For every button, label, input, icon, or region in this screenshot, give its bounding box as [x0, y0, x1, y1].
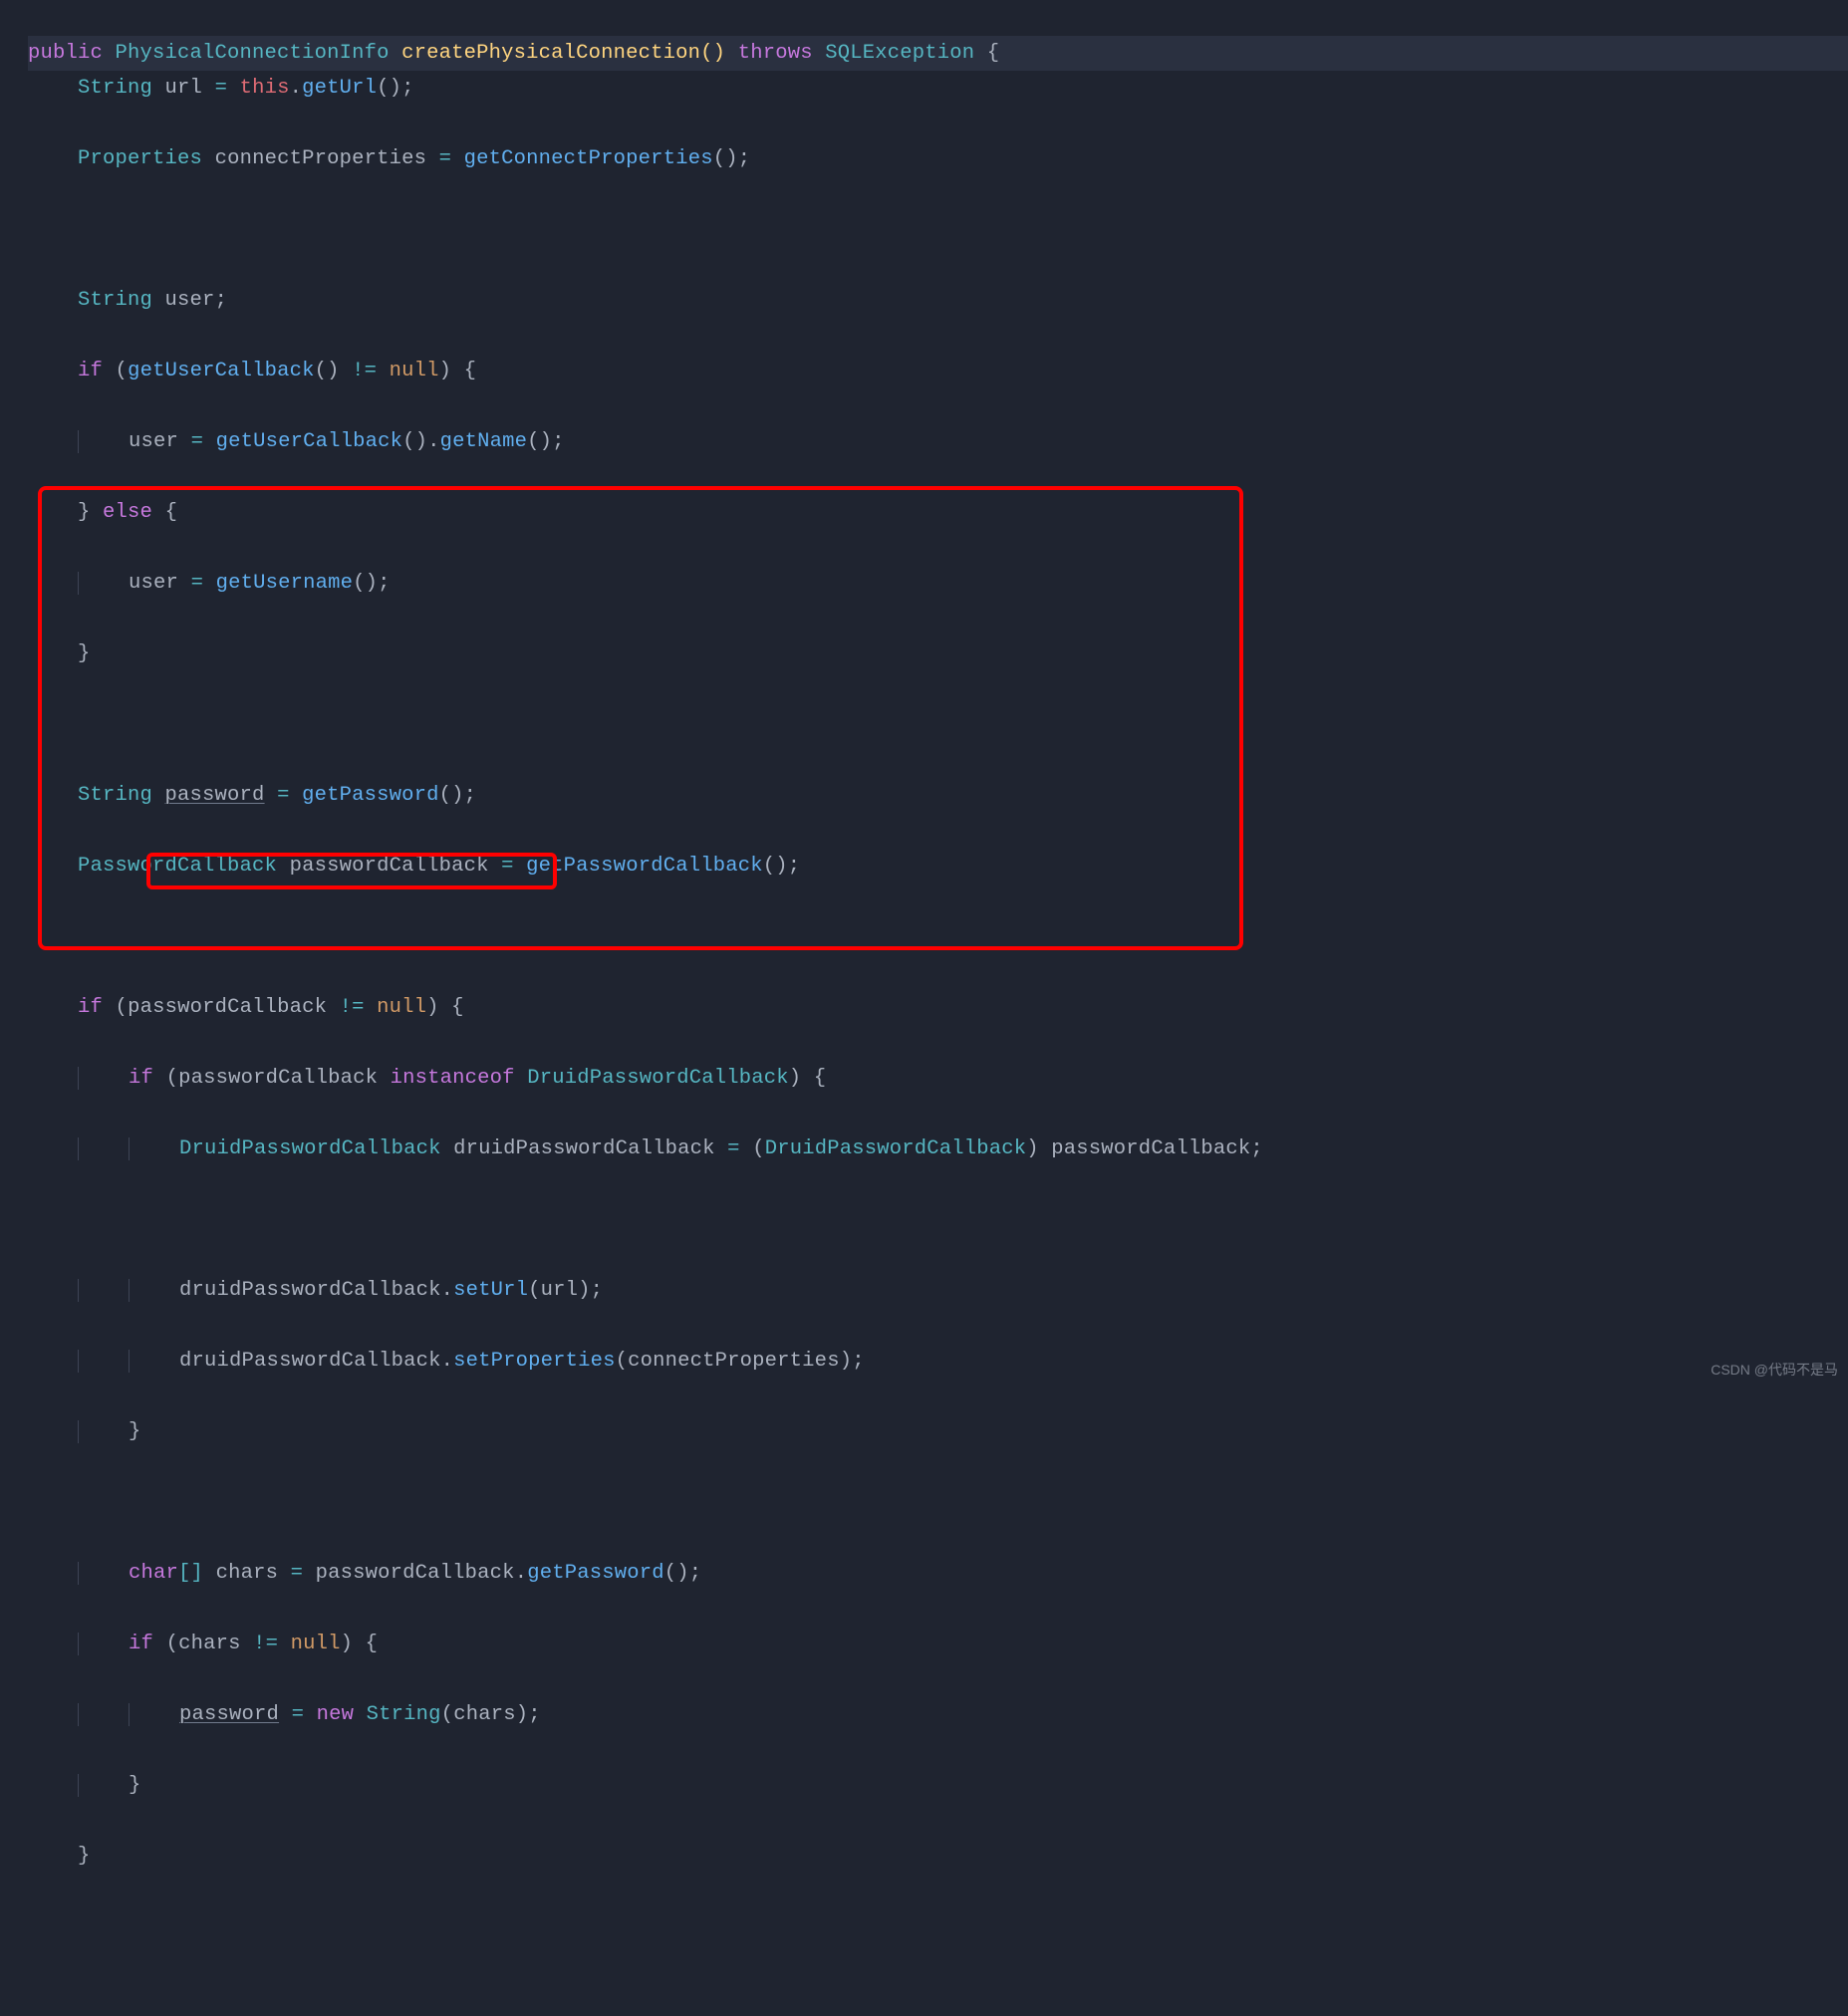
code-line: }	[28, 1768, 1848, 1804]
watermark: CSDN @代码不是马	[1711, 1353, 1838, 1388]
code-line-blank	[28, 212, 1848, 248]
code-line: String password = getPassword();	[28, 778, 1848, 814]
code-line: if (passwordCallback instanceof DruidPas…	[28, 1061, 1848, 1097]
code-line: }	[28, 1839, 1848, 1875]
code-line: user = getUsername();	[28, 566, 1848, 602]
code-line: if (getUserCallback() != null) {	[28, 354, 1848, 389]
code-line: }	[28, 636, 1848, 672]
code-line: Properties connectProperties = getConnec…	[28, 141, 1848, 177]
code-line: String user;	[28, 283, 1848, 319]
code-line: if (chars != null) {	[28, 1627, 1848, 1662]
code-line: password = new String(chars);	[28, 1697, 1848, 1733]
code-editor[interactable]: public PhysicalConnectionInfo createPhys…	[0, 0, 1848, 2016]
code-line: druidPasswordCallback.setUrl(url);	[28, 1273, 1848, 1309]
code-line: DruidPasswordCallback druidPasswordCallb…	[28, 1132, 1848, 1167]
code-line-blank	[28, 1202, 1848, 1238]
code-line: druidPasswordCallback.setProperties(conn…	[28, 1344, 1848, 1380]
code-line: PasswordCallback passwordCallback = getP…	[28, 849, 1848, 884]
code-line: } else {	[28, 495, 1848, 531]
code-line: if (passwordCallback != null) {	[28, 990, 1848, 1026]
code-line-blank	[28, 707, 1848, 743]
code-line: String url = this.getUrl();	[28, 71, 1848, 107]
code-line: user = getUserCallback().getName();	[28, 424, 1848, 460]
code-line-blank	[28, 919, 1848, 955]
code-line-blank	[28, 1485, 1848, 1521]
code-line-signature: public PhysicalConnectionInfo createPhys…	[28, 36, 1848, 72]
code-line: char[] chars = passwordCallback.getPassw…	[28, 1556, 1848, 1592]
code-line: }	[28, 1414, 1848, 1450]
